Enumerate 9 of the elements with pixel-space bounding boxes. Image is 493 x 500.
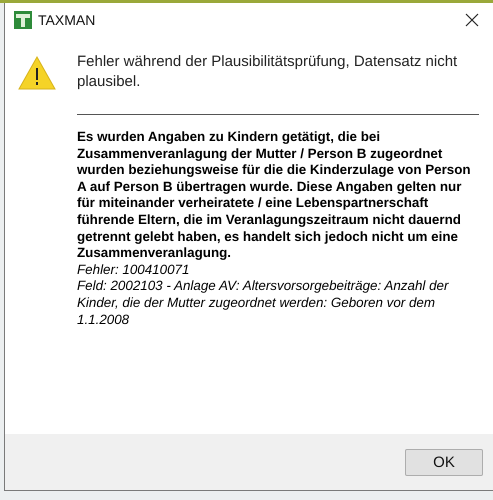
error-info: Fehler: 100410071 bbox=[77, 262, 190, 278]
app-logo-icon bbox=[14, 11, 32, 29]
close-icon[interactable] bbox=[465, 13, 479, 27]
warning-icon bbox=[17, 55, 57, 91]
error-details: Es wurden Angaben zu Kindern getätigt, die bei Zusammenveranlagung der Mutter / Person B zugeordnet wurden beziehungsweise für die die Kinderzulage von Person A auf Person B übertragen wurde. Diese Angaben gelten nur für miteinander verheiratete / eine Lebenspartnerschaft führende Eltern, die im Veranlagungszeitraum nicht dauernd getrennt gelebt haben, es handelt sich jedoch nicht um eine Zusammenveranlagung. bbox=[77, 129, 472, 262]
window-title: TAXMAN bbox=[38, 12, 96, 28]
error-message: Fehler während der Plausibilitätsprüfung, Datensatz nicht plausibel. bbox=[77, 52, 458, 92]
error-info: Feld: 2002103 - Anlage AV: Altersvorsorgebeiträge: Anzahl der Kinder, die der Mutter zugeordnet werden: Geboren vor dem 1.1.2008 bbox=[77, 278, 450, 328]
ok-button[interactable]: OK bbox=[405, 448, 483, 476]
